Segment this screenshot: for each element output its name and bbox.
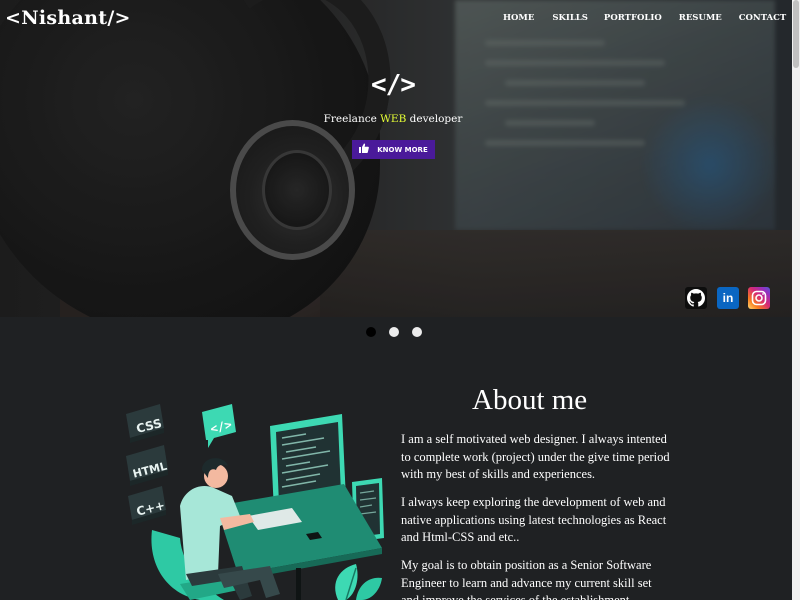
main-nav: HOME SKILLS PORTFOLIO RESUME CONTACT — [503, 13, 786, 23]
html-badge: HTML — [126, 445, 168, 486]
code-bubble: </> — [202, 404, 236, 448]
know-more-button[interactable]: KNOW MORE — [352, 140, 435, 159]
hero-tagline: Freelance WEB developer — [323, 113, 463, 125]
nav-home[interactable]: HOME — [503, 13, 534, 23]
plant — [335, 564, 382, 600]
know-more-label: KNOW MORE — [377, 145, 428, 154]
carousel-dot-2[interactable] — [389, 327, 399, 337]
nav-portfolio[interactable]: PORTFOLIO — [604, 13, 662, 23]
page-scrollbar[interactable] — [792, 0, 800, 600]
nav-skills[interactable]: SKILLS — [552, 13, 588, 23]
carousel-dot-1[interactable] — [366, 327, 376, 337]
tagline-highlight: WEB — [380, 113, 407, 125]
code-icon: </> — [371, 70, 416, 100]
css-badge: CSS — [126, 404, 164, 443]
developer-illustration: CSS HTML C++ </> — [126, 404, 384, 600]
about-paragraph-2: I always keep exploring the development … — [401, 495, 667, 544]
instagram-icon[interactable] — [748, 287, 770, 309]
github-icon[interactable] — [685, 287, 707, 309]
linkedin-icon[interactable]: in — [717, 287, 739, 309]
about-paragraph-3: My goal is to obtain position as a Senio… — [401, 558, 652, 600]
scrollbar-thumb[interactable] — [793, 0, 799, 68]
about-title: About me — [472, 384, 588, 416]
thumbs-up-icon — [359, 143, 370, 156]
carousel-dot-3[interactable] — [412, 327, 422, 337]
nav-resume[interactable]: RESUME — [679, 13, 722, 23]
cpp-badge: C++ — [128, 486, 166, 525]
site-logo[interactable]: <Nishant/> — [5, 7, 131, 29]
about-paragraph-1: I am a self motivated web designer. I al… — [401, 432, 670, 481]
nav-contact[interactable]: CONTACT — [739, 13, 787, 23]
